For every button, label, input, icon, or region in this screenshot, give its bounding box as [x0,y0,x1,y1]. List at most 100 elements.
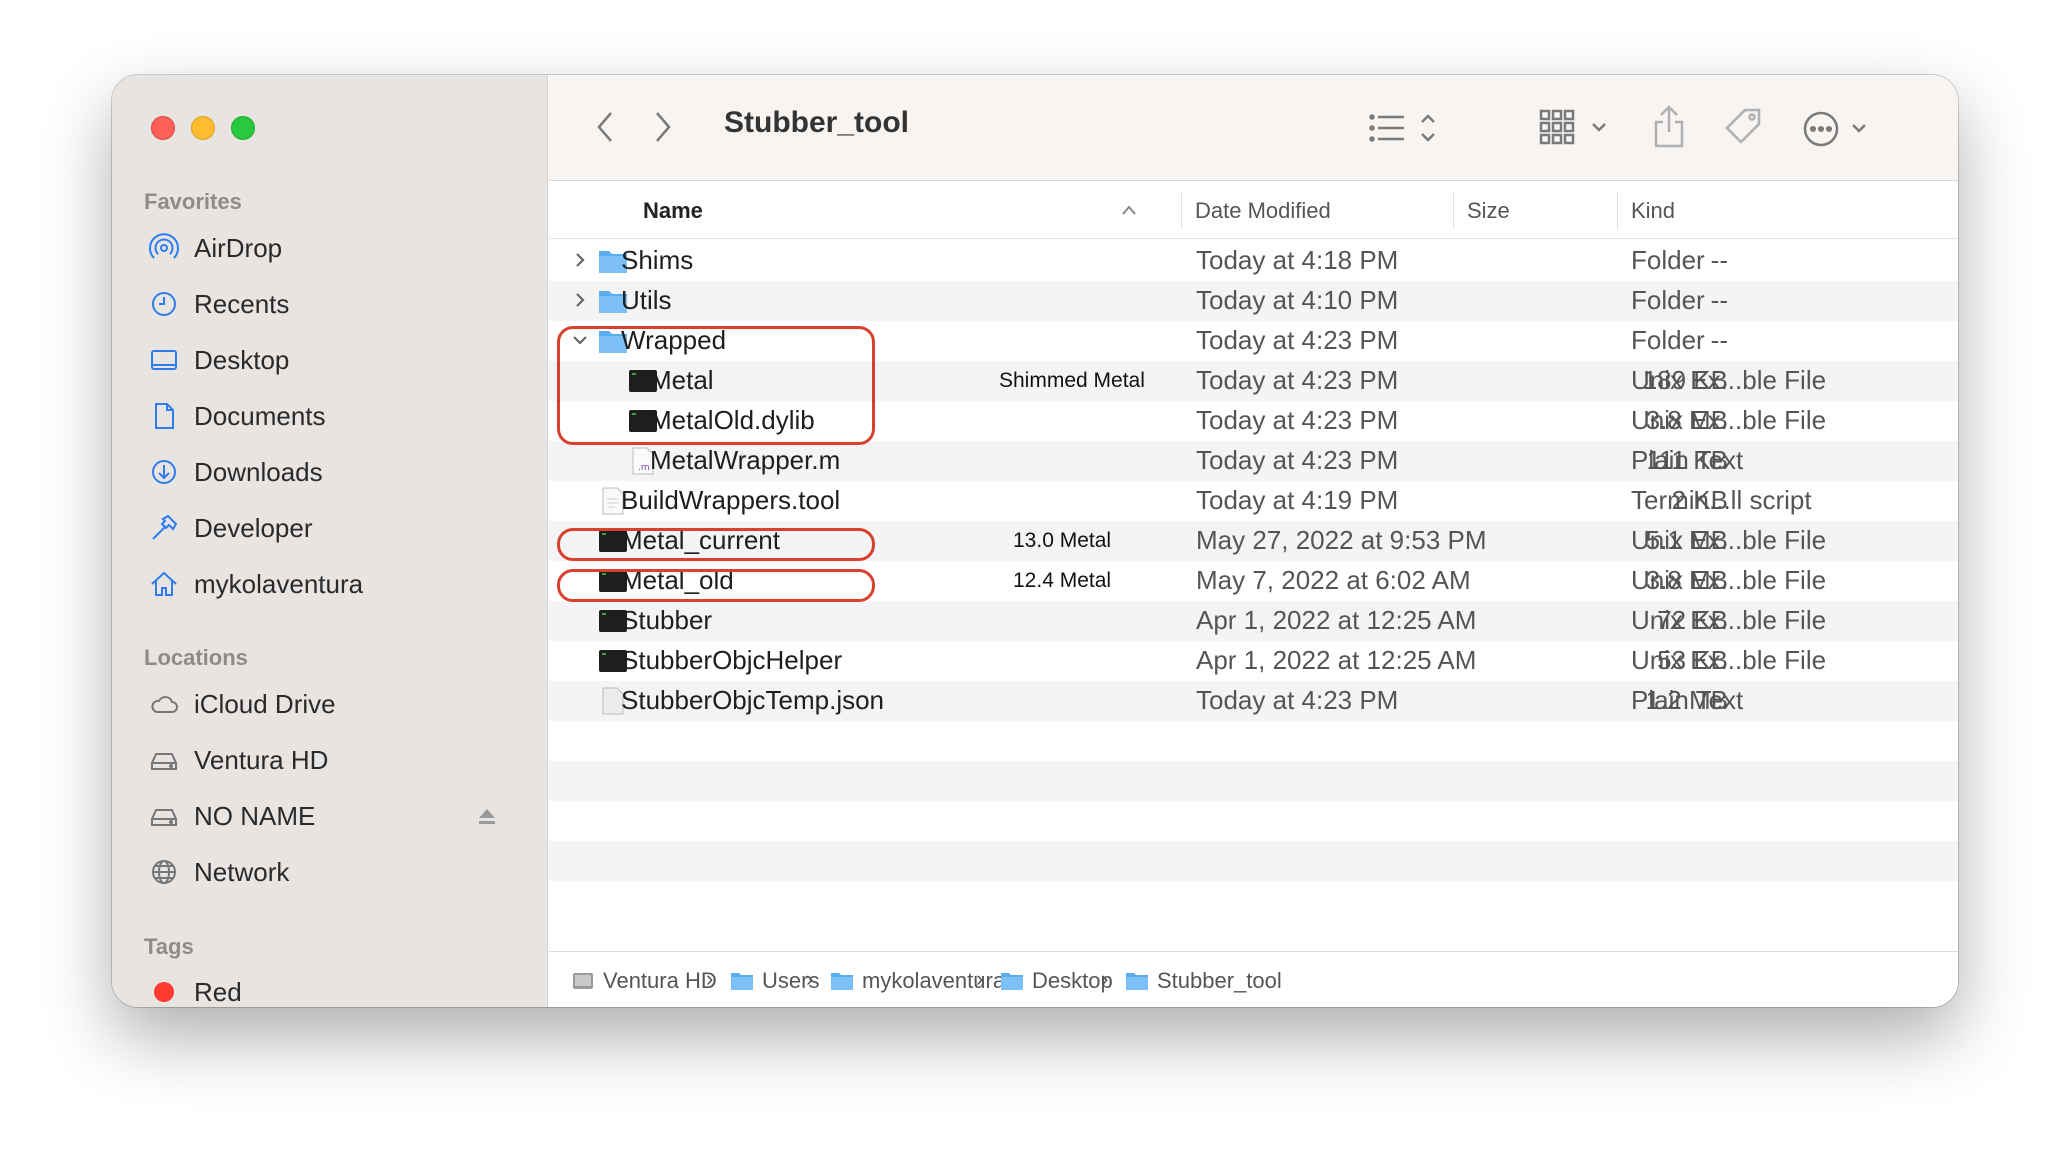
drive-icon [148,744,180,776]
file-row[interactable]: StubberObjcTemp.json Today at 4:23 PM 1.… [549,681,1958,721]
file-date: Today at 4:23 PM [1196,365,1399,395]
download-icon [148,456,180,488]
eject-icon[interactable] [476,805,498,827]
sidebar-item-label: NO NAME [194,800,316,831]
file-size: -- [1710,285,1728,315]
file-kind: Folder [1631,285,1705,315]
file-name: MetalWrapper.m [650,445,841,475]
tag-icon [1725,108,1761,144]
folder-icon [731,973,753,990]
action-button[interactable] [1803,109,1875,149]
sidebar-item-downloads[interactable]: Downloads [148,452,323,492]
column-size[interactable]: Size [1467,198,1510,224]
path-separator-icon: › [806,966,814,991]
sidebar-item-no-name[interactable]: NO NAME [148,796,315,836]
path-separator-icon: › [976,966,984,991]
chevron-right-icon [656,112,671,142]
annotation-outline [557,569,875,602]
airdrop-icon [148,232,180,264]
favorites-heading: Favorites [144,189,242,214]
file-size: -- [1710,325,1728,355]
file-kind: Folder [1631,325,1705,355]
sidebar-item-airdrop[interactable]: AirDrop [148,228,282,268]
sidebar-item-network[interactable]: Network [148,852,289,892]
sidebar-item-home[interactable]: mykolaventura [148,564,363,604]
path-item-stubber-tool[interactable]: Stubber_tool [1125,968,1282,994]
sidebar-item-recents[interactable]: Recents [148,284,289,324]
empty-row [549,761,1958,801]
sidebar-item-developer[interactable]: Developer [148,508,313,548]
sidebar-item-label: Ventura HD [194,744,329,775]
file-row[interactable]: StubberObjcHelper Apr 1, 2022 at 12:25 A… [549,641,1958,681]
file-kind: Unix Ex...ble File [1631,365,1827,395]
sidebar-item-documents[interactable]: Documents [148,396,326,436]
path-separator-icon: › [1101,966,1109,991]
group-button[interactable] [1539,107,1611,147]
file-row[interactable]: Shims Today at 4:18 PM -- Folder [549,241,1958,281]
file-kind: Plain Text [1631,685,1744,715]
folder-icon [1001,973,1023,990]
forward-button[interactable] [649,107,677,147]
sidebar-item-icloud[interactable]: iCloud Drive [148,684,336,724]
share-icon [1654,105,1684,148]
desktop-icon [148,344,180,376]
share-button[interactable] [1653,103,1685,149]
sidebar-item-tag-red[interactable]: Red [148,972,242,1007]
file-name: StubberObjcHelper [621,645,843,675]
file-date: Today at 4:23 PM [1196,405,1399,435]
file-row[interactable]: Utils Today at 4:10 PM -- Folder [549,281,1958,321]
list-view-icon [1369,114,1435,142]
file-name: Shims [621,245,694,275]
sidebar-item-desktop[interactable]: Desktop [148,340,289,380]
window-title: Stubber_tool [724,106,909,139]
annotation-outline [557,326,875,445]
sidebar-item-label: Downloads [194,456,323,487]
toolbar: Stubber_tool [549,75,1958,181]
grid-icon [1539,109,1606,145]
column-kind[interactable]: Kind [1631,198,1675,224]
zoom-button[interactable] [231,116,255,140]
file-kind: Unix Ex...ble File [1631,645,1827,675]
annotation-outline [557,528,875,561]
clock-icon [148,288,180,320]
empty-row [549,841,1958,881]
view-options-button[interactable] [1368,109,1444,147]
sidebar-item-ventura-hd[interactable]: Ventura HD [148,740,328,780]
sidebar-item-label: Desktop [194,344,290,375]
tags-button[interactable] [1723,105,1765,149]
file-date: Today at 4:23 PM [1196,325,1399,355]
file-row[interactable]: BuildWrappers.tool Today at 4:19 PM 2 KB… [549,481,1958,521]
globe-icon [148,856,180,888]
drive-icon [148,800,180,832]
annotation-note: Shimmed Metal [999,369,1145,392]
sidebar-item-label: Developer [194,512,313,543]
file-date: May 27, 2022 at 9:53 PM [1196,525,1487,555]
column-header: Name Date Modified Size Kind [549,181,1958,239]
file-date: Apr 1, 2022 at 12:25 AM [1196,605,1477,635]
file-name: BuildWrappers.tool [621,485,841,515]
sidebar-item-label: Recents [194,288,290,319]
cloud-icon [148,688,180,720]
column-name[interactable]: Name [643,198,703,224]
file-kind: Unix Ex...ble File [1631,605,1827,635]
minimize-button[interactable] [191,116,215,140]
column-date-modified[interactable]: Date Modified [1195,198,1331,224]
path-item-ventura-hd[interactable]: Ventura HD [571,968,717,994]
close-button[interactable] [151,116,175,140]
tags-heading: Tags [144,934,194,959]
back-button[interactable] [591,107,619,147]
folder-icon [1126,973,1148,990]
chevron-right-icon[interactable] [571,291,589,309]
file-row[interactable]: Stubber Apr 1, 2022 at 12:25 AM 72 KB Un… [549,601,1958,641]
file-date: Today at 4:23 PM [1196,445,1399,475]
file-kind: Plain Text [1631,445,1744,475]
drive-icon [573,973,593,989]
chevron-right-icon[interactable] [571,251,589,269]
file-row[interactable]: .m MetalWrapper.m Today at 4:23 PM 111 K… [549,441,1958,481]
sidebar-item-label: iCloud Drive [194,688,336,719]
file-name: Stubber [621,605,713,635]
annotation-note: 13.0 Metal [1013,529,1112,552]
locations-heading: Locations [144,645,248,670]
sidebar-item-label: Red [194,976,242,1007]
path-item-desktop[interactable]: Desktop [1000,968,1113,994]
